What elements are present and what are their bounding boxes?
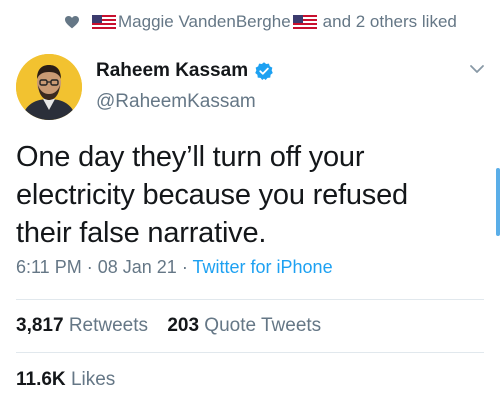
separator: · (86, 257, 93, 277)
quote-tweets-stat[interactable]: 203 Quote Tweets (167, 315, 321, 336)
author-name[interactable]: Raheem Kassam (96, 60, 274, 82)
divider (16, 352, 484, 353)
us-flag-icon (92, 15, 116, 29)
scrollbar[interactable] (496, 168, 500, 236)
heart-icon (65, 16, 79, 29)
author-handle[interactable]: @RaheemKassam (96, 91, 256, 113)
quote-tweets-count: 203 (167, 315, 200, 336)
social-context-others: and 2 others liked (322, 12, 457, 31)
verified-badge-icon (255, 62, 273, 80)
likes-count: 11.6K (16, 369, 66, 390)
social-context[interactable]: Maggie VandenBerghe and 2 others liked (64, 8, 457, 36)
tweet-text: One day they’ll turn off your electricit… (16, 141, 408, 249)
separator: · (181, 257, 188, 277)
retweets-stat[interactable]: 3,817 Retweets (16, 315, 153, 336)
engagement-stats: 3,817 Retweets 203 Quote Tweets (16, 315, 335, 337)
liker-name[interactable]: Maggie VandenBerghe (118, 12, 291, 32)
chevron-down-icon[interactable] (468, 62, 486, 76)
avatar[interactable] (16, 54, 82, 120)
retweets-label: Retweets (68, 315, 149, 336)
tweet-source-link[interactable]: Twitter for iPhone (193, 257, 333, 277)
tweet-detail-view: Maggie VandenBerghe and 2 others liked R… (0, 0, 500, 402)
likes-label: Likes (70, 369, 116, 390)
tweet-date[interactable]: 08 Jan 21 (98, 257, 177, 277)
author-name-text[interactable]: Raheem Kassam (96, 60, 248, 82)
tweet-metadata: 6:11 PM · 08 Jan 21 · Twitter for iPhone (16, 257, 333, 278)
avatar-image (16, 54, 82, 120)
tweet-time[interactable]: 6:11 PM (16, 257, 82, 277)
retweets-count: 3,817 (16, 315, 64, 336)
likes-stat[interactable]: 11.6K Likes (16, 369, 115, 391)
divider (16, 299, 484, 300)
quote-tweets-label: Quote Tweets (204, 315, 322, 336)
us-flag-icon (292, 15, 317, 29)
